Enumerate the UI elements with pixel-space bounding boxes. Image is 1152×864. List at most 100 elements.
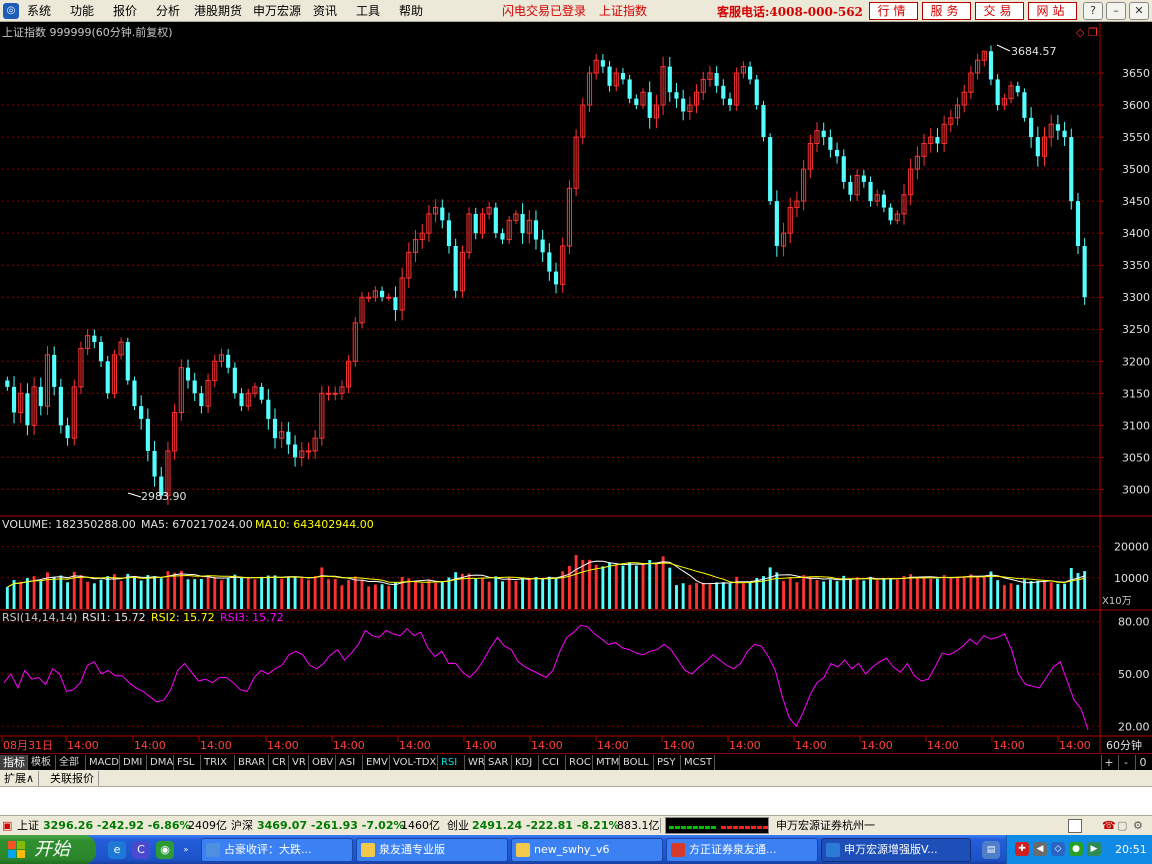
menu-news[interactable]: 资讯 <box>313 3 337 19</box>
tab-asi[interactable]: ASI <box>336 755 363 770</box>
network-icon[interactable]: ▶ <box>1087 842 1101 856</box>
tab-boll[interactable]: BOLL <box>620 755 654 770</box>
show-desktop-icon[interactable]: ▤ <box>982 841 1000 859</box>
candle-body-down <box>92 335 97 343</box>
tab-sar[interactable]: SAR <box>485 755 512 770</box>
login-status[interactable]: 闪电交易已登录 <box>502 3 586 19</box>
cy-label[interactable]: 创业 <box>447 817 469 835</box>
tab-macd[interactable]: MACD <box>86 755 120 770</box>
player-icon[interactable]: ◉ <box>156 841 174 859</box>
lock-icon[interactable]: ▢ <box>1117 817 1127 835</box>
time-tick-label: 14:00 <box>861 739 893 752</box>
time-tick-label: 14:00 <box>795 739 827 752</box>
menu-system[interactable]: 系统 <box>27 3 51 19</box>
tab-vol-tdx[interactable]: VOL-TDX <box>390 755 438 770</box>
tab-dma[interactable]: DMA <box>147 755 174 770</box>
update-icon[interactable]: ● <box>1069 842 1083 856</box>
candle-body-down <box>232 367 237 394</box>
start-button[interactable]: 开始 <box>0 835 96 864</box>
candle-body-down <box>667 66 672 93</box>
tab-wr[interactable]: WR <box>465 755 485 770</box>
tab-指标[interactable]: 指标 <box>0 755 28 770</box>
app-logo-icon[interactable]: ◎ <box>3 3 19 19</box>
tab-roc[interactable]: ROC <box>566 755 593 770</box>
tab-模板[interactable]: 模板 <box>28 755 56 770</box>
browser-icon[interactable]: C <box>132 841 150 859</box>
tab-cr[interactable]: CR <box>269 755 289 770</box>
task-qyt-pro[interactable]: 泉友通专业版 <box>356 838 508 862</box>
related-quotes-tab[interactable]: 关联报价 <box>46 771 99 786</box>
candle-body-down <box>1055 124 1060 131</box>
hs-label[interactable]: 沪深 <box>231 817 253 835</box>
candle-body-down <box>152 450 157 477</box>
candle-body-down <box>473 213 478 234</box>
tab-dmi[interactable]: DMI <box>120 755 147 770</box>
close-icon[interactable]: ✕ <box>1129 2 1149 20</box>
signal-icon: ☎ <box>1102 819 1116 832</box>
zoom-in-button[interactable]: + <box>1101 755 1116 770</box>
quick-button-market[interactable]: 行情 <box>869 2 918 20</box>
help-icon[interactable]: ? <box>1083 2 1103 20</box>
breadth-up-dash <box>721 826 726 829</box>
task-label: new_swhy_v6 <box>534 843 610 856</box>
indicator-tab-bar: 指标 模板 全部 MACD DMI DMA FSL TRIX BRAR CR VR OBV ASI EMV… <box>0 753 1152 770</box>
menu-hk-futures[interactable]: 港股期货 <box>194 3 242 19</box>
tab-vr[interactable]: VR <box>289 755 309 770</box>
menu-swhy[interactable]: 申万宏源 <box>253 3 301 19</box>
tab-psy[interactable]: PSY <box>654 755 681 770</box>
menu-function[interactable]: 功能 <box>70 3 94 19</box>
zoom-out-button[interactable]: - <box>1118 755 1133 770</box>
task-founder-qyt[interactable]: 方正证券泉友通... <box>666 838 818 862</box>
quick-button-trade[interactable]: 交易 <box>975 2 1024 20</box>
candle-body-down <box>185 367 191 381</box>
tab-全部[interactable]: 全部 <box>56 755 86 770</box>
candle-body-down <box>754 79 759 106</box>
quick-button-service[interactable]: 服务 <box>922 2 971 20</box>
tab-cci[interactable]: CCI <box>539 755 566 770</box>
tab-mcst[interactable]: MCST <box>681 755 715 770</box>
period-label[interactable]: 60分钟 <box>1106 738 1142 752</box>
candle-body-down <box>105 361 110 394</box>
ie-icon[interactable]: e <box>108 841 126 859</box>
candle-body-down <box>995 79 1000 106</box>
sh-label[interactable]: 上证 <box>17 817 39 835</box>
tab-rsi[interactable]: RSI <box>438 755 465 770</box>
menu-analysis[interactable]: 分析 <box>156 3 180 19</box>
candle-body-up <box>305 450 312 453</box>
tab-fsl[interactable]: FSL <box>174 755 201 770</box>
kline-chart[interactable]: 3000 3050 3100 3150 3200 3250 3300 3350 3400 3450… <box>0 23 1152 753</box>
tab-kdj[interactable]: KDJ <box>512 755 539 770</box>
expand-tab[interactable]: 扩展∧ <box>0 771 40 786</box>
menu-help[interactable]: 帮助 <box>399 3 423 19</box>
rsi1-label: RSI1: 15.72 <box>82 611 146 624</box>
chart-expand-icon[interactable]: ❐ <box>1088 26 1098 39</box>
price-tick-label: 3550 <box>1122 131 1150 144</box>
input-method-icon[interactable]: ✚ <box>1015 842 1029 856</box>
chart-options-icon[interactable]: ◇ <box>1076 26 1085 39</box>
task-swhy-enhanced[interactable]: 申万宏源增强版V... <box>821 838 971 862</box>
settings-icon[interactable]: ⚙ <box>1133 817 1143 835</box>
tab-mtm[interactable]: MTM <box>593 755 620 770</box>
tab-emv[interactable]: EMV <box>363 755 390 770</box>
menu-tools[interactable]: 工具 <box>356 3 380 19</box>
tab-obv[interactable]: OBV <box>309 755 336 770</box>
keyboard-icon[interactable] <box>1068 819 1082 833</box>
tab-brar[interactable]: BRAR <box>235 755 269 770</box>
candle-body-down <box>292 444 298 458</box>
price-tick-label: 3150 <box>1122 387 1150 400</box>
volume-icon[interactable]: ◀ <box>1033 842 1047 856</box>
quicklaunch-more-icon[interactable]: » <box>180 841 192 859</box>
candle-body-down <box>674 92 679 99</box>
shield-icon[interactable]: ◇ <box>1051 842 1065 856</box>
tab-trix[interactable]: TRIX <box>201 755 235 770</box>
quick-button-website[interactable]: 网站 <box>1028 2 1077 20</box>
reset-button[interactable]: 0 <box>1135 755 1150 770</box>
candle-body-down <box>547 252 552 272</box>
candle-body-down <box>25 393 30 426</box>
candle-body-down <box>453 245 458 291</box>
menu-quote[interactable]: 报价 <box>113 3 137 19</box>
minimize-icon[interactable]: – <box>1106 2 1126 20</box>
task-new-swhy[interactable]: new_swhy_v6 <box>511 838 663 862</box>
candle-body-down <box>1015 85 1020 93</box>
task-news[interactable]: 占豪收评：大跌... <box>201 838 353 862</box>
